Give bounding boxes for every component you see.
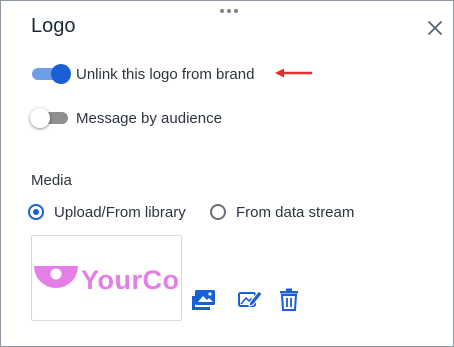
panel-title: Logo <box>31 15 76 37</box>
upload-library-radio[interactable] <box>28 204 44 220</box>
unlink-logo-label: Unlink this logo from brand <box>76 65 255 83</box>
data-stream-radio[interactable] <box>210 204 226 220</box>
media-section-label: Media <box>31 172 72 189</box>
logo-mark-icon <box>34 266 78 288</box>
edit-image-button[interactable] <box>238 288 263 312</box>
replace-image-button[interactable] <box>192 288 216 312</box>
upload-library-label: Upload/From library <box>54 203 186 221</box>
drag-handle-icon[interactable] <box>220 7 238 15</box>
image-library-icon <box>192 290 215 310</box>
trash-icon <box>280 288 298 311</box>
logo-thumbnail[interactable]: YourCo <box>31 235 182 321</box>
message-audience-toggle[interactable] <box>30 107 72 129</box>
unlink-logo-row: Unlink this logo from brand <box>32 63 254 85</box>
message-audience-label: Message by audience <box>76 109 222 127</box>
unlink-logo-toggle[interactable] <box>32 63 72 85</box>
logo-brand-text: YourCo <box>81 265 180 295</box>
logo-settings-panel: Logo Unlink this logo from brand Message… <box>0 0 454 347</box>
edit-image-icon <box>238 290 263 307</box>
data-stream-label: From data stream <box>236 203 355 221</box>
close-icon <box>428 21 442 35</box>
red-arrow-icon <box>275 68 313 78</box>
delete-button[interactable] <box>279 288 303 312</box>
data-stream-option[interactable]: From data stream <box>210 201 354 223</box>
close-button[interactable] <box>426 19 444 37</box>
upload-library-option[interactable]: Upload/From library <box>28 201 186 223</box>
message-audience-row: Message by audience <box>30 107 222 129</box>
